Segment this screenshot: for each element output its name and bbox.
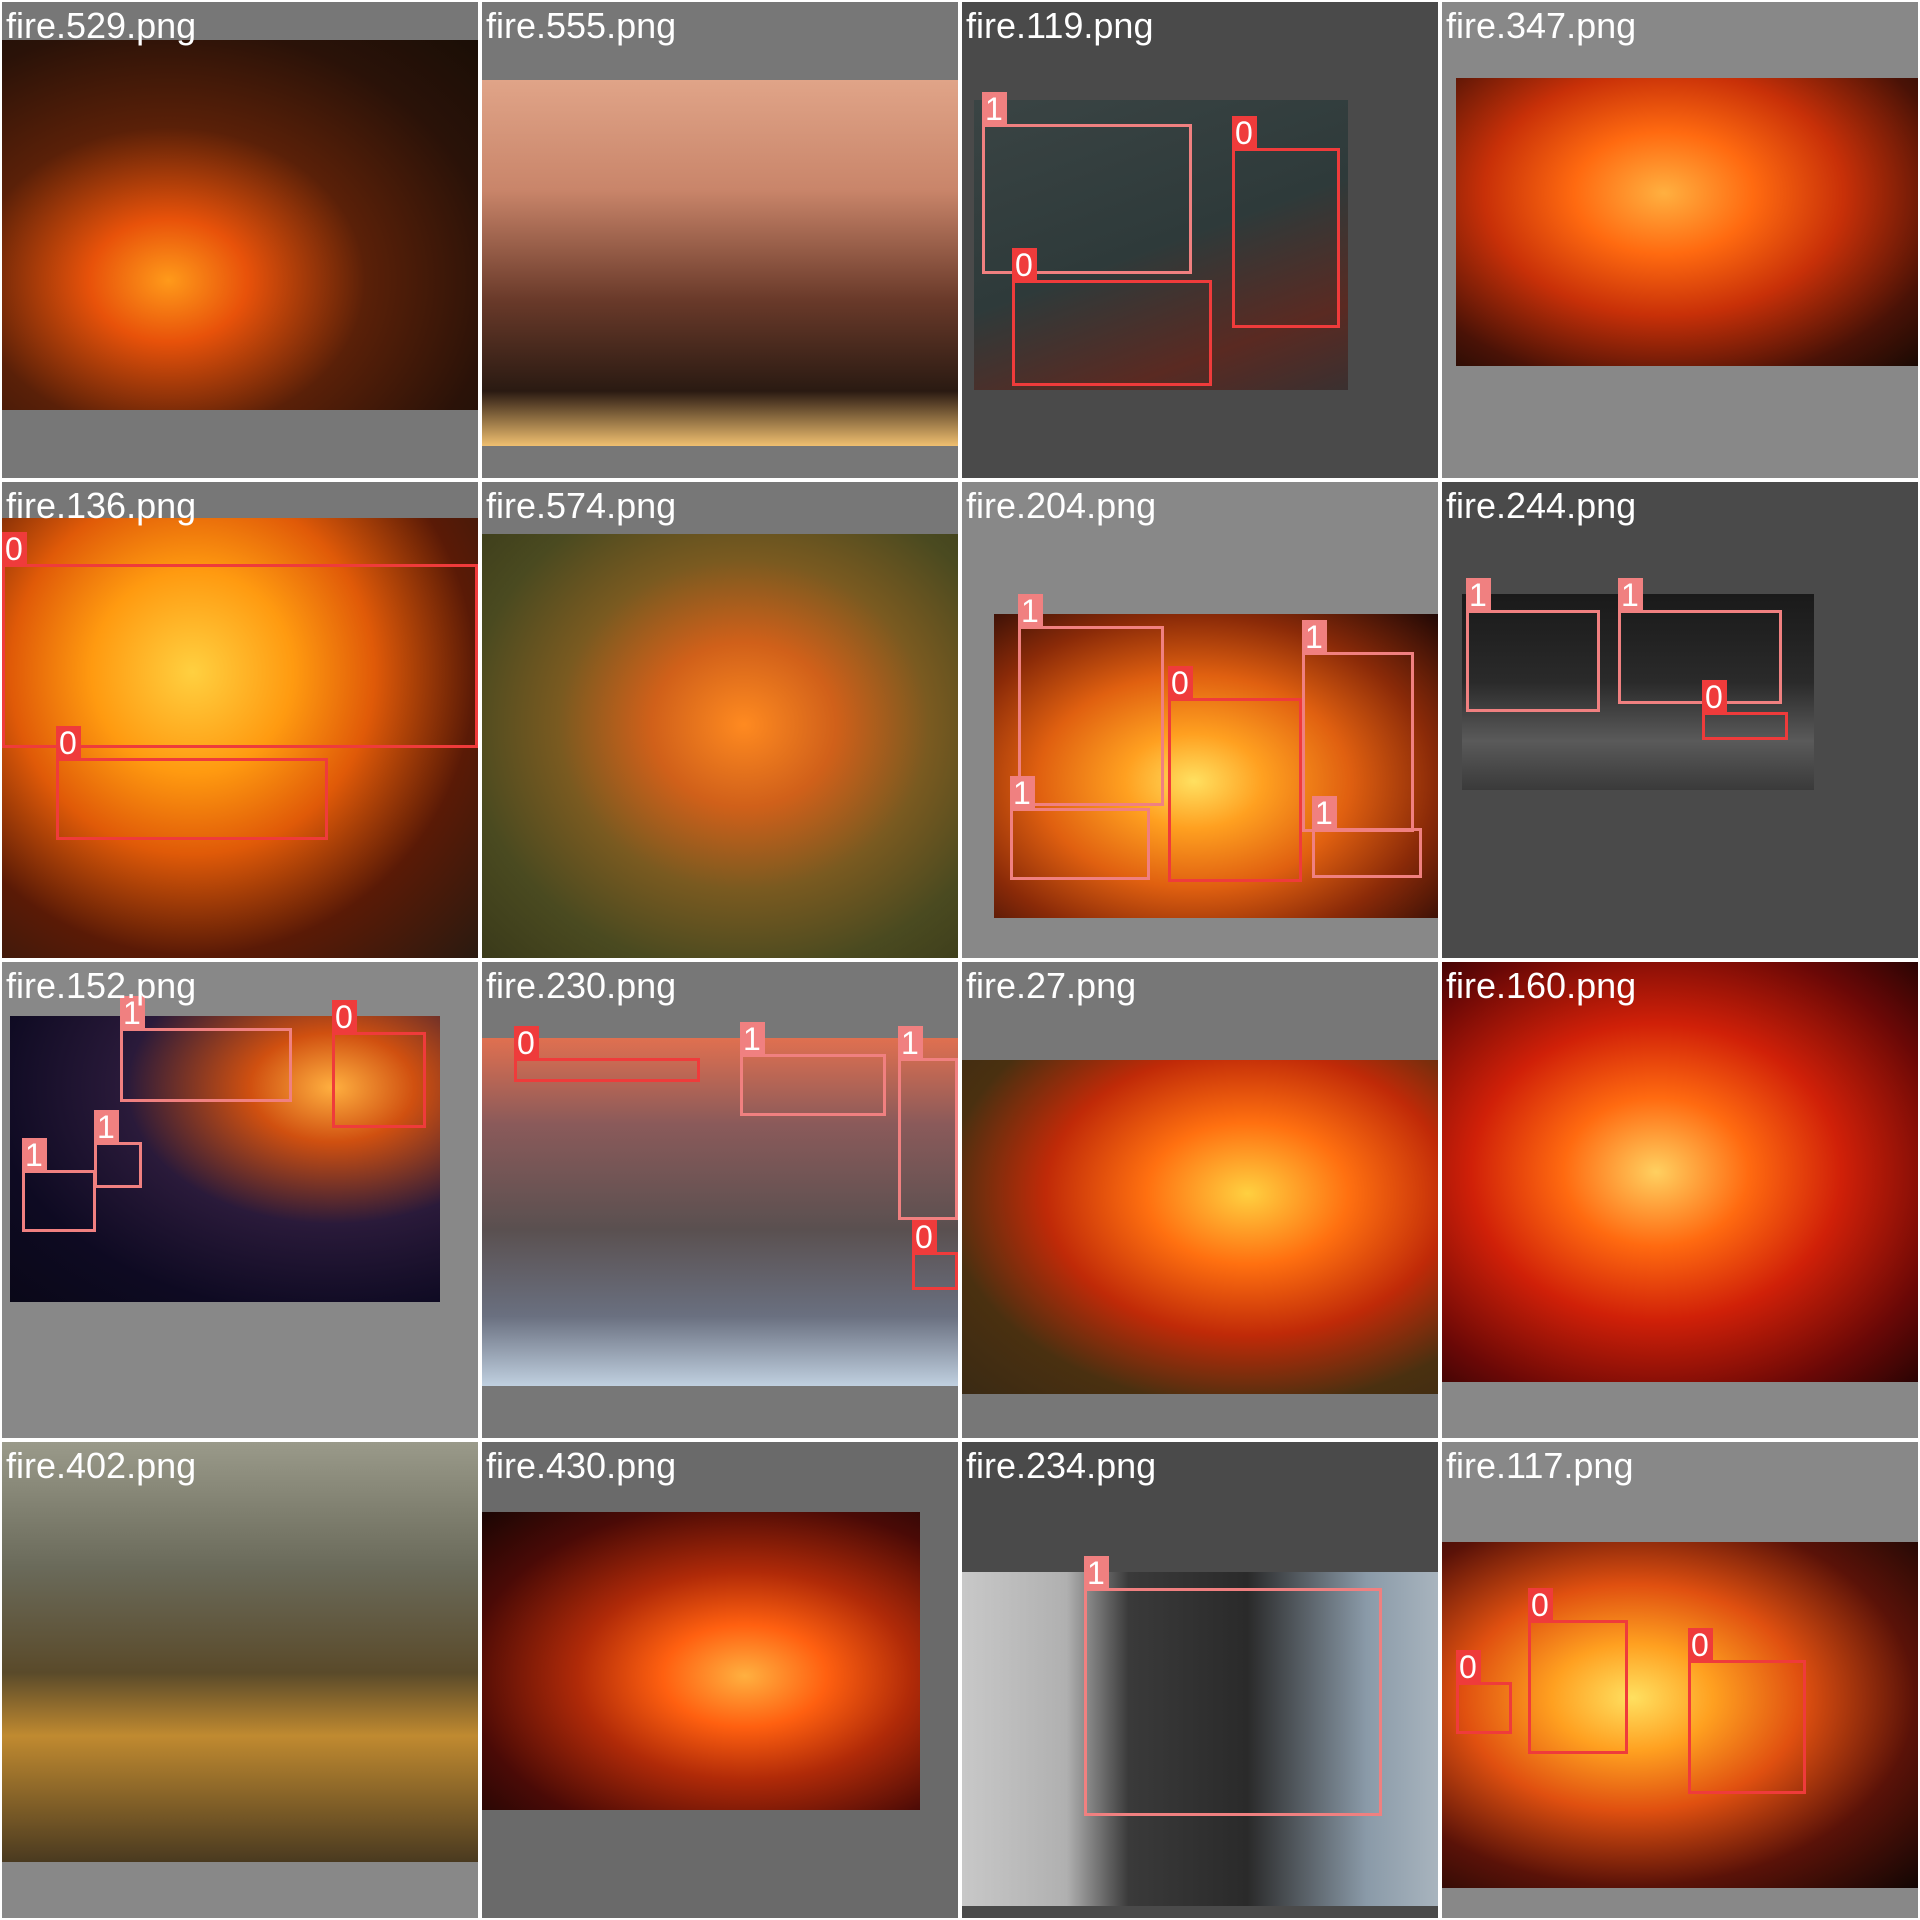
- bbox: [22, 1170, 96, 1232]
- class-label: 0: [514, 1026, 539, 1060]
- class-label: 0: [1688, 1628, 1713, 1662]
- bbox: [1702, 712, 1788, 740]
- bbox: [1456, 1682, 1512, 1734]
- fire-image: [962, 1060, 1438, 1394]
- image-grid: fire.529.png fire.555.png 1 0 0 fire.119…: [0, 0, 1920, 1920]
- grid-cell: 1 1 0 1 1 fire.204.png: [962, 482, 1438, 958]
- grid-cell: 1 0 1 1 fire.152.png: [2, 962, 478, 1438]
- grid-cell: fire.347.png: [1442, 2, 1918, 478]
- bbox: [56, 758, 328, 840]
- bbox: [514, 1058, 700, 1082]
- filename-label: fire.234.png: [966, 1445, 1157, 1486]
- filename-label: fire.430.png: [486, 1445, 677, 1486]
- bbox: [332, 1032, 426, 1128]
- bbox: [1466, 610, 1600, 712]
- fire-image: [2, 40, 478, 410]
- class-label: 1: [740, 1022, 765, 1056]
- class-label: 1: [1084, 1556, 1109, 1590]
- grid-cell: fire.574.png: [482, 482, 958, 958]
- grid-cell: 1 0 0 fire.119.png: [962, 2, 1438, 478]
- filename-label: fire.347.png: [1446, 5, 1637, 46]
- fire-image: [482, 80, 958, 446]
- filename-label: fire.230.png: [486, 965, 677, 1006]
- class-label: 1: [1618, 578, 1643, 612]
- bbox: [1010, 808, 1150, 880]
- filename-label: fire.136.png: [6, 485, 197, 526]
- bbox: [1084, 1588, 1382, 1816]
- class-label: 1: [898, 1026, 923, 1060]
- class-label: 1: [1010, 776, 1035, 810]
- filename-label: fire.117.png: [1446, 1445, 1634, 1486]
- fire-image: [482, 1038, 958, 1386]
- bbox: [912, 1252, 958, 1290]
- fire-image: [2, 1442, 478, 1862]
- filename-label: fire.119.png: [966, 5, 1154, 46]
- bbox: [1618, 610, 1782, 704]
- class-label: 0: [1012, 248, 1037, 282]
- filename-label: fire.204.png: [966, 485, 1157, 526]
- filename-label: fire.244.png: [1446, 485, 1637, 526]
- class-label: 1: [982, 92, 1007, 126]
- bbox: [2, 564, 478, 748]
- class-label: 1: [1018, 594, 1043, 628]
- grid-cell: fire.160.png: [1442, 962, 1918, 1438]
- bbox: [740, 1054, 886, 1116]
- grid-cell: 0 0 0 fire.117.png: [1442, 1442, 1918, 1918]
- filename-label: fire.152.png: [6, 965, 197, 1006]
- filename-label: fire.574.png: [486, 485, 677, 526]
- class-label: 1: [1466, 578, 1491, 612]
- bbox: [120, 1028, 292, 1102]
- class-label: 0: [56, 726, 81, 760]
- class-label: 1: [1302, 620, 1327, 654]
- bbox: [1688, 1660, 1806, 1794]
- grid-cell: 0 0 fire.136.png: [2, 482, 478, 958]
- class-label: 1: [1312, 796, 1337, 830]
- class-label: 0: [332, 1000, 357, 1034]
- class-label: 0: [912, 1220, 937, 1254]
- grid-cell: 0 1 1 0 fire.230.png: [482, 962, 958, 1438]
- grid-cell: fire.529.png: [2, 2, 478, 478]
- filename-label: fire.555.png: [486, 5, 677, 46]
- grid-cell: fire.402.png: [2, 1442, 478, 1918]
- filename-label: fire.27.png: [966, 965, 1137, 1006]
- class-label: 1: [22, 1138, 47, 1172]
- grid-cell: 1 fire.234.png: [962, 1442, 1438, 1918]
- class-label: 0: [2, 532, 27, 566]
- bbox: [94, 1142, 142, 1188]
- grid-cell: 1 1 0 fire.244.png: [1442, 482, 1918, 958]
- class-label: 0: [1232, 116, 1257, 150]
- grid-cell: fire.430.png: [482, 1442, 958, 1918]
- bbox: [1168, 698, 1302, 882]
- class-label: 1: [94, 1110, 119, 1144]
- bbox: [1528, 1620, 1628, 1754]
- fire-image: [1456, 78, 1918, 366]
- fire-image: [1442, 962, 1918, 1382]
- class-label: 0: [1168, 666, 1193, 700]
- filename-label: fire.402.png: [6, 1445, 197, 1486]
- filename-label: fire.529.png: [6, 5, 197, 46]
- fire-image: [482, 1512, 920, 1810]
- filename-label: fire.160.png: [1446, 965, 1637, 1006]
- bbox: [1012, 280, 1212, 386]
- grid-cell: fire.27.png: [962, 962, 1438, 1438]
- class-label: 0: [1528, 1588, 1553, 1622]
- bbox: [898, 1058, 958, 1220]
- class-label: 0: [1702, 680, 1727, 714]
- fire-image: [482, 534, 958, 958]
- bbox: [1018, 626, 1164, 806]
- class-label: 0: [1456, 1650, 1481, 1684]
- bbox: [1312, 828, 1422, 878]
- fire-image: [1442, 1542, 1918, 1888]
- bbox: [1232, 148, 1340, 328]
- grid-cell: fire.555.png: [482, 2, 958, 478]
